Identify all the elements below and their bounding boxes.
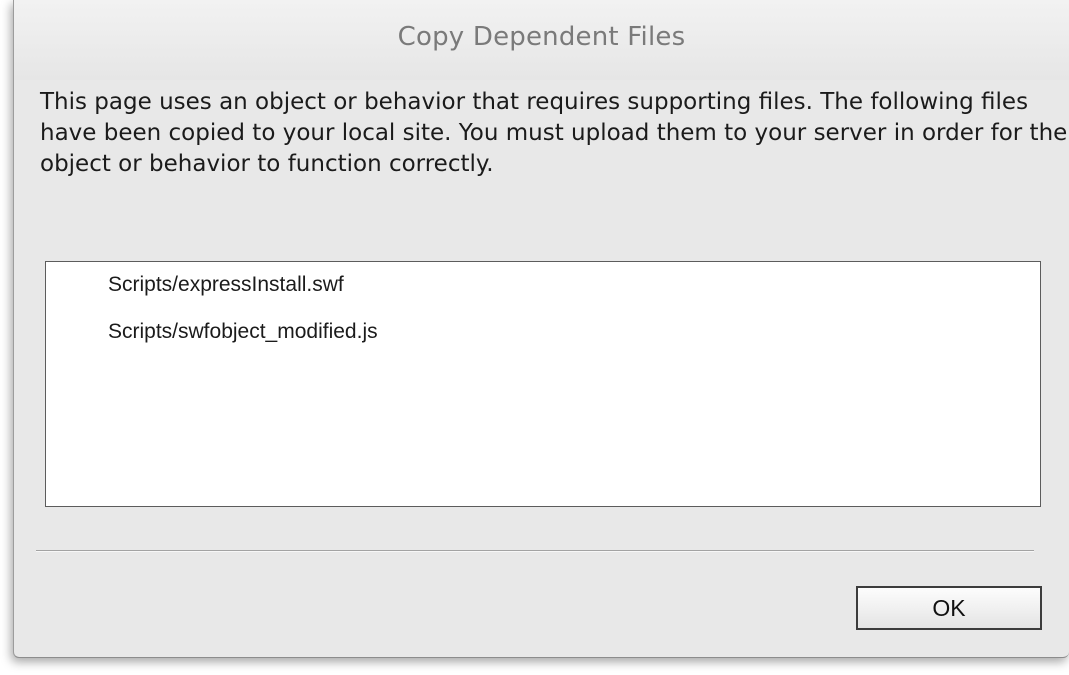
copy-dependent-files-dialog: Copy Dependent Files This page uses an o… xyxy=(13,0,1069,658)
ok-button[interactable]: OK xyxy=(856,586,1042,630)
list-item[interactable]: Scripts/expressInstall.swf xyxy=(108,273,344,297)
dialog-titlebar: Copy Dependent Files xyxy=(14,0,1069,80)
divider xyxy=(36,550,1034,552)
dialog-message: This page uses an object or behavior tha… xyxy=(40,89,1068,177)
dialog-title: Copy Dependent Files xyxy=(397,22,686,52)
list-item[interactable]: Scripts/swfobject_modified.js xyxy=(108,320,378,344)
copied-files-list[interactable]: Scripts/expressInstall.swf Scripts/swfob… xyxy=(45,261,1041,507)
